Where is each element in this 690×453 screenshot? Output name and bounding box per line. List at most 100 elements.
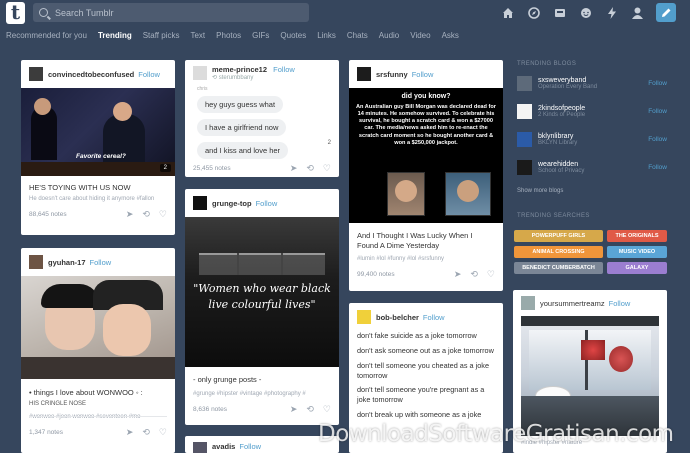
avatar[interactable] bbox=[521, 296, 535, 310]
search-input[interactable] bbox=[55, 7, 285, 18]
nav-tab-staff-picks[interactable]: Staff picks bbox=[143, 31, 180, 40]
messages-icon[interactable] bbox=[578, 5, 593, 20]
post-username[interactable]: srsfunny bbox=[376, 70, 408, 79]
nav-tab-video[interactable]: Video bbox=[410, 31, 430, 40]
trending-search-tag[interactable]: POWERPUFF GIRLS bbox=[514, 230, 603, 242]
post-gif[interactable]: Favorite cereal? 2 bbox=[21, 88, 175, 176]
nav-tab-text[interactable]: Text bbox=[190, 31, 205, 40]
notes-count[interactable]: 88,645 notes bbox=[29, 211, 117, 218]
post-tags[interactable]: #grunge #hipster #vintage #photography # bbox=[185, 385, 339, 400]
reblog-source[interactable]: ⟲ sterumbbany bbox=[212, 74, 295, 81]
trending-search-tag[interactable]: ANIMAL CROSSING bbox=[514, 246, 603, 258]
reblog-icon[interactable]: ⟲ bbox=[306, 404, 314, 415]
post-meme-image[interactable]: did you know? An Australian guy Bill Mor… bbox=[349, 88, 503, 223]
share-icon[interactable]: ➤ bbox=[126, 427, 134, 438]
trending-search-tag[interactable]: THE ORIGINALS bbox=[607, 230, 667, 242]
reblog-icon[interactable]: ⟲ bbox=[142, 427, 150, 438]
post-username[interactable]: avadis bbox=[212, 442, 235, 451]
nav-tab-photos[interactable]: Photos bbox=[216, 31, 241, 40]
post-photo[interactable] bbox=[521, 316, 659, 436]
share-icon[interactable]: ➤ bbox=[454, 269, 462, 280]
account-icon[interactable] bbox=[630, 5, 645, 20]
trending-blog-item[interactable]: wearehidden School of Privacy Follow bbox=[517, 160, 667, 175]
post-username[interactable]: convincedtobeconfused bbox=[48, 70, 134, 79]
blog-name[interactable]: sxsweveryband bbox=[538, 77, 597, 84]
nav-tab-links[interactable]: Links bbox=[317, 31, 336, 40]
pencil-icon bbox=[661, 8, 670, 17]
avatar[interactable] bbox=[357, 67, 371, 81]
avatar[interactable] bbox=[193, 196, 207, 210]
share-icon[interactable]: ➤ bbox=[290, 163, 298, 174]
like-icon[interactable]: ♡ bbox=[159, 427, 167, 438]
post-tags[interactable]: #lumin #lol #funny #lol #srsfunny bbox=[349, 251, 503, 265]
share-icon[interactable]: ➤ bbox=[290, 404, 298, 415]
reblog-icon[interactable]: ⟲ bbox=[142, 209, 150, 220]
trending-blog-item[interactable]: 2kindsofpeople 2 Kinds of People Follow bbox=[517, 104, 667, 119]
like-icon[interactable]: ♡ bbox=[323, 163, 331, 174]
avatar[interactable] bbox=[193, 442, 207, 453]
nav-tab-trending[interactable]: Trending bbox=[98, 31, 132, 40]
notes-count[interactable]: 25,455 notes bbox=[193, 165, 281, 172]
notes-count[interactable]: 99,400 notes bbox=[357, 271, 445, 278]
post-username[interactable]: gyuhan-17 bbox=[48, 258, 86, 267]
show-more-blogs-link[interactable]: Show more blogs bbox=[517, 188, 563, 194]
trending-blog-item[interactable]: bklynlibrary BKLYN Library Follow bbox=[517, 132, 667, 147]
tumblr-logo[interactable]: t bbox=[6, 2, 25, 24]
blog-name[interactable]: 2kindsofpeople bbox=[538, 105, 585, 112]
trending-search-tag[interactable]: GALAXY bbox=[607, 262, 667, 274]
nav-tab-gifs[interactable]: GIFs bbox=[252, 31, 269, 40]
nav-tab-audio[interactable]: Audio bbox=[379, 31, 399, 40]
blog-follow-button[interactable]: Follow bbox=[648, 136, 667, 143]
post-username[interactable]: meme-prince12 bbox=[212, 65, 267, 74]
blog-avatar[interactable] bbox=[517, 132, 532, 147]
avatar[interactable] bbox=[29, 67, 43, 81]
blog-avatar[interactable] bbox=[517, 76, 532, 91]
avatar[interactable] bbox=[357, 310, 371, 324]
home-icon[interactable] bbox=[500, 5, 515, 20]
inbox-icon[interactable] bbox=[552, 5, 567, 20]
blog-name[interactable]: wearehidden bbox=[538, 161, 584, 168]
post-caption: HE'S TOYING WITH US NOW bbox=[29, 183, 131, 192]
nav-tab-recommended-for-you[interactable]: Recommended for you bbox=[6, 31, 87, 40]
follow-button[interactable]: Follow bbox=[90, 258, 112, 267]
follow-button[interactable]: Follow bbox=[423, 313, 445, 322]
trending-blog-item[interactable]: sxsweveryband Operation Every Band Follow bbox=[517, 76, 667, 91]
blog-follow-button[interactable]: Follow bbox=[648, 108, 667, 115]
post-card: srsfunny Follow did you know? An Austral… bbox=[349, 60, 503, 291]
avatar[interactable] bbox=[193, 66, 207, 80]
notes-count[interactable]: 1,347 notes bbox=[29, 429, 117, 436]
follow-button[interactable]: Follow bbox=[239, 442, 261, 451]
activity-icon[interactable] bbox=[604, 5, 619, 20]
follow-button[interactable]: Follow bbox=[138, 70, 160, 79]
like-icon[interactable]: ♡ bbox=[159, 209, 167, 220]
blog-follow-button[interactable]: Follow bbox=[648, 164, 667, 171]
follow-button[interactable]: Follow bbox=[609, 299, 631, 308]
trending-search-tag[interactable]: BENEDICT CUMBERBATCH bbox=[514, 262, 603, 274]
post-username[interactable]: yoursummertreamz bbox=[540, 299, 605, 308]
share-icon[interactable]: ➤ bbox=[126, 209, 134, 220]
reblog-icon[interactable]: ⟲ bbox=[306, 163, 314, 174]
post-username[interactable]: grunge-top bbox=[212, 199, 252, 208]
nav-tab-chats[interactable]: Chats bbox=[347, 31, 368, 40]
blog-avatar[interactable] bbox=[517, 104, 532, 119]
compose-button[interactable] bbox=[656, 3, 676, 22]
follow-button[interactable]: Follow bbox=[412, 70, 434, 79]
search-box[interactable] bbox=[33, 3, 309, 22]
blog-avatar[interactable] bbox=[517, 160, 532, 175]
nav-tab-quotes[interactable]: Quotes bbox=[280, 31, 306, 40]
post-username[interactable]: bob-belcher bbox=[376, 313, 419, 322]
nav-tab-asks[interactable]: Asks bbox=[442, 31, 459, 40]
avatar[interactable] bbox=[29, 255, 43, 269]
follow-button[interactable]: Follow bbox=[256, 199, 278, 208]
follow-button[interactable]: Follow bbox=[273, 65, 295, 74]
like-icon[interactable]: ♡ bbox=[487, 269, 495, 280]
trending-search-tag[interactable]: MUSIC VIDEO bbox=[607, 246, 667, 258]
explore-icon[interactable] bbox=[526, 5, 541, 20]
post-photo[interactable] bbox=[21, 276, 175, 379]
post-photo[interactable]: "Women who wear black live colourful liv… bbox=[185, 217, 339, 367]
blog-name[interactable]: bklynlibrary bbox=[538, 133, 577, 140]
like-icon[interactable]: ♡ bbox=[323, 404, 331, 415]
reblog-icon[interactable]: ⟲ bbox=[470, 269, 478, 280]
blog-follow-button[interactable]: Follow bbox=[648, 80, 667, 87]
notes-count[interactable]: 8,636 notes bbox=[193, 406, 281, 413]
